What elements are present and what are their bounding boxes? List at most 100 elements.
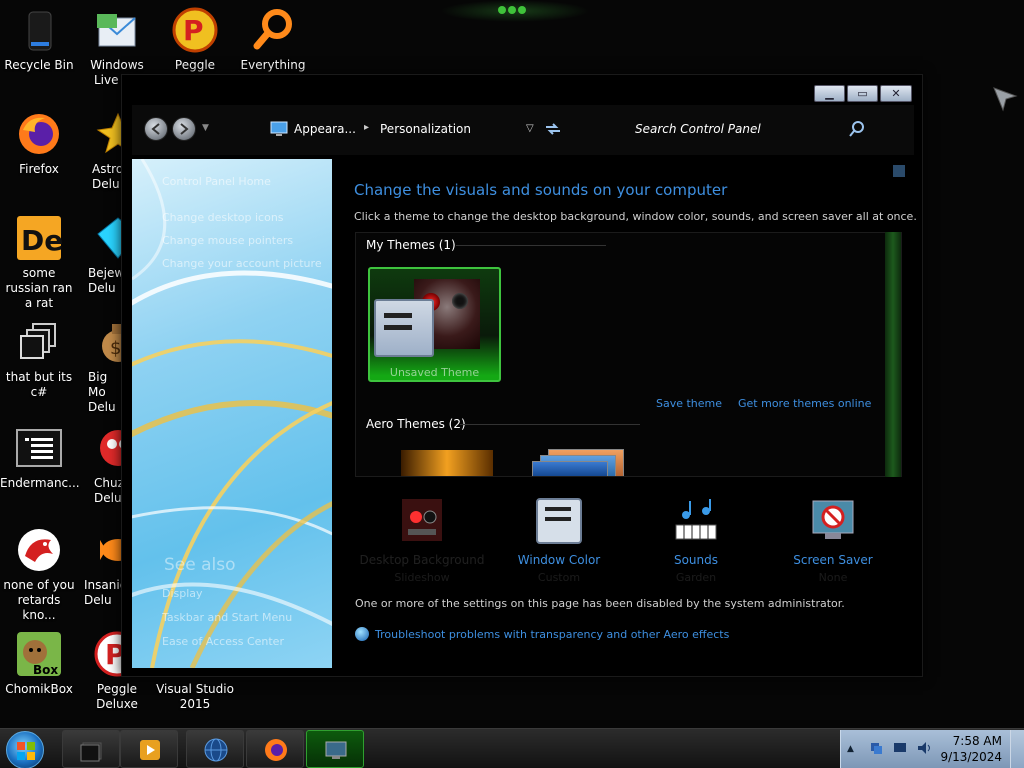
minimize-button[interactable]: ▁: [814, 85, 845, 102]
fish-icon: [94, 526, 122, 574]
chomikbox-icon: Box: [15, 630, 63, 678]
svg-text:$: $: [110, 338, 121, 359]
window-color-label[interactable]: Window Color: [492, 553, 626, 567]
desktop-icon-insaniquarium[interactable]: Insaniq Delu: [82, 526, 122, 608]
breadcrumb-separator[interactable]: ▸: [364, 122, 369, 133]
money-bag-icon: $: [94, 318, 122, 366]
firefox-icon: [265, 739, 287, 761]
desktop-icon-label: Everything: [240, 58, 306, 72]
desktop-icon-label: Astro Delu: [92, 162, 122, 191]
taskbar-explorer[interactable]: [62, 730, 120, 768]
desktop-icon-red-creature[interactable]: none of you retards kno...: [0, 526, 78, 623]
get-more-themes-link[interactable]: Get more themes online: [738, 397, 871, 410]
refresh-icon[interactable]: [544, 121, 562, 137]
troubleshoot-link[interactable]: Troubleshoot problems with transparency …: [355, 627, 729, 641]
desktop-icon-chomikbox[interactable]: Box ChomikBox: [0, 630, 78, 697]
back-button[interactable]: [144, 117, 168, 141]
folder-stack-icon: [80, 742, 102, 762]
troubleshoot-link-text[interactable]: Troubleshoot problems with transparency …: [375, 628, 729, 641]
ease-of-access-link[interactable]: Ease of Access Center: [162, 635, 284, 648]
desktop-icon-bejeweled[interactable]: Bejew Delu: [82, 214, 122, 296]
recent-pages-dropdown[interactable]: ▼: [202, 123, 209, 133]
taskbar-start-menu-link[interactable]: Taskbar and Start Menu: [162, 611, 292, 624]
desktop-icon-big-money[interactable]: $ Big Mo Delu: [82, 318, 122, 415]
desktop-icon-label: Big Mo Delu: [88, 370, 116, 414]
change-account-picture-link[interactable]: Change your account picture: [162, 257, 322, 270]
address-dropdown[interactable]: ▽: [526, 123, 534, 134]
troubleshoot-icon: [355, 627, 369, 641]
theme-list-scrollbar[interactable]: [885, 232, 901, 477]
desktop-icon-chuzzle[interactable]: Chuz Delu: [82, 424, 122, 506]
control-panel-home-link[interactable]: Control Panel Home: [162, 175, 271, 188]
volume-icon[interactable]: [917, 741, 931, 755]
forward-arrow-icon: [180, 123, 189, 135]
chuzzle-icon: [94, 424, 122, 472]
my-themes-group-title: My Themes (1): [366, 238, 456, 252]
desktop-icon-recycle-bin[interactable]: Recycle Bin: [0, 6, 78, 73]
desktop-icon-label-line1: Visual Studio: [156, 682, 234, 696]
display-link[interactable]: Display: [162, 587, 203, 600]
start-button[interactable]: [6, 731, 44, 768]
taskbar-control-panel[interactable]: [306, 730, 364, 768]
desktop-icon-everything[interactable]: Everything: [234, 6, 312, 73]
window-color-value: Custom: [537, 571, 581, 584]
network-icon[interactable]: [869, 741, 883, 755]
glyph-bar: [384, 313, 412, 318]
desktop-icon-astro[interactable]: Astro Delu: [82, 110, 122, 192]
admin-disabled-note: One or more of the settings on this page…: [355, 597, 845, 610]
screen-saver-label[interactable]: Screen Saver: [766, 553, 900, 567]
maximize-button[interactable]: ▭: [847, 85, 878, 102]
desktop-icon-label: that but its c#: [5, 370, 73, 399]
desktop-background-label: Desktop Background: [359, 553, 485, 567]
desktop-icon-label: ChomikBox: [5, 682, 73, 696]
red-creature-icon: [15, 526, 63, 574]
close-button[interactable]: ✕: [880, 85, 912, 102]
save-theme-link[interactable]: Save theme: [656, 397, 722, 410]
windows-live-mail-icon: [93, 6, 141, 54]
taskbar-firefox[interactable]: [246, 730, 304, 768]
window-color-option[interactable]: Window Color Custom: [492, 497, 626, 584]
close-icon: ✕: [891, 87, 901, 100]
clock-date[interactable]: 9/13/2024: [940, 750, 1002, 764]
aero-theme-thumbnail[interactable]: [401, 450, 493, 476]
monitor-icon[interactable]: [893, 741, 907, 755]
page-title: Change the visuals and sounds on your co…: [354, 181, 728, 199]
forward-button[interactable]: [172, 117, 196, 141]
sounds-option[interactable]: Sounds Garden: [629, 497, 763, 584]
screen-saver-option[interactable]: Screen Saver None: [766, 497, 900, 584]
minimize-icon: ▁: [825, 87, 834, 100]
desktop-icon-firefox[interactable]: Firefox: [0, 110, 78, 177]
globe-icon: [204, 738, 228, 762]
breadcrumb-appearance[interactable]: Appeara...: [294, 122, 356, 136]
page-description: Click a theme to change the desktop back…: [354, 210, 917, 223]
unsaved-theme-tile[interactable]: Unsaved Theme: [368, 267, 501, 382]
aero-theme-thumbnail-stack[interactable]: [530, 445, 626, 476]
change-desktop-icons-link[interactable]: Change desktop icons: [162, 211, 284, 224]
sounds-icon: [672, 497, 720, 545]
show-hidden-icons-button[interactable]: ▲: [847, 744, 854, 754]
de-app-icon: De: [15, 214, 63, 262]
sounds-value: Garden: [675, 571, 717, 584]
taskbar-internet[interactable]: [186, 730, 244, 768]
desktop-icon-de-app[interactable]: De some russian ran a rat: [0, 214, 78, 311]
firefox-icon: [15, 110, 63, 158]
desktop-icon-endermanch[interactable]: Endermanc...: [0, 424, 80, 491]
taskbar-media-player[interactable]: [120, 730, 178, 768]
recycle-bin-icon: [15, 6, 63, 54]
desktop-icon-c-sharp[interactable]: that but its c#: [0, 318, 78, 400]
sounds-label[interactable]: Sounds: [629, 553, 763, 567]
search-icon[interactable]: [848, 120, 866, 138]
change-mouse-pointers-link[interactable]: Change mouse pointers: [162, 234, 293, 247]
unsaved-theme-label: Unsaved Theme: [389, 366, 480, 379]
show-desktop-button[interactable]: [1010, 730, 1024, 768]
desktop-icon-label: some russian ran a rat: [5, 266, 73, 310]
glow-dot: [518, 6, 526, 14]
breadcrumb-personalization[interactable]: Personalization: [380, 122, 471, 136]
windows-logo-icon: [17, 742, 35, 760]
search-input[interactable]: Search Control Panel: [635, 122, 761, 136]
glyph-bar: [384, 325, 412, 330]
desktop-icon-visual-studio[interactable]: Visual Studio 2015: [156, 682, 234, 712]
group-divider: [460, 424, 640, 425]
help-button[interactable]: [893, 165, 905, 177]
clock-time[interactable]: 7:58 AM: [953, 734, 1002, 748]
